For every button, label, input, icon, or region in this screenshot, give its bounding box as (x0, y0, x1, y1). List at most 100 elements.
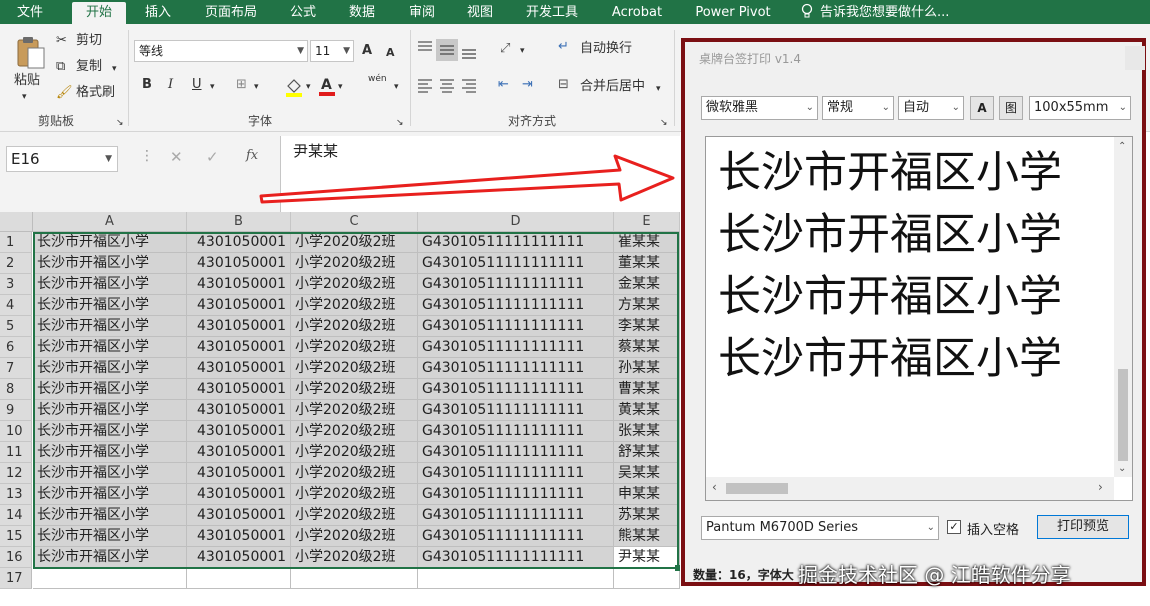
scrollbar-thumb[interactable] (1118, 369, 1128, 461)
table-cell[interactable]: 小学2020级2班 (291, 274, 418, 295)
table-cell[interactable]: 方某某 (614, 295, 680, 316)
table-cell[interactable]: G43010511111111111 (418, 232, 614, 253)
row-header[interactable]: 2 (0, 253, 32, 274)
table-cell[interactable]: 小学2020级2班 (291, 232, 418, 253)
table-cell[interactable]: 小学2020级2班 (291, 379, 418, 400)
row-header[interactable]: 9 (0, 400, 32, 421)
table-cell[interactable]: 长沙市开福区小学 (33, 379, 187, 400)
row-header[interactable]: 7 (0, 358, 32, 379)
font-color-icon[interactable]: A (318, 74, 336, 98)
table-cell[interactable]: 小学2020级2班 (291, 253, 418, 274)
printer-select[interactable]: Pantum M6700D Series ⌄ (701, 516, 939, 540)
table-cell[interactable]: 长沙市开福区小学 (33, 400, 187, 421)
tab-insert[interactable]: 插入 (138, 3, 178, 22)
font-size-combo[interactable]: 11 ▼ (310, 40, 354, 62)
table-cell[interactable]: G43010511111111111 (418, 421, 614, 442)
table-cell[interactable]: G43010511111111111 (418, 274, 614, 295)
table-cell[interactable]: 4301050001 (187, 484, 291, 505)
tell-me-search[interactable]: 告诉我您想要做什么... (820, 3, 960, 22)
horizontal-align-icons[interactable] (416, 74, 480, 98)
preview-area[interactable]: 长沙市开福区小学 长沙市开福区小学 长沙市开福区小学 长沙市开福区小学 ⌃ ⌄ … (705, 136, 1133, 501)
phonetic-button[interactable]: wén (368, 70, 387, 88)
table-cell[interactable]: 4301050001 (187, 274, 291, 295)
border-dropdown-icon[interactable]: ▾ (254, 78, 259, 96)
alignment-launcher-icon[interactable]: ↘ (660, 114, 668, 132)
format-painter-icon[interactable]: 🖌 (56, 84, 73, 102)
paste-dropdown-icon[interactable]: ▾ (22, 88, 27, 106)
merge-center-button[interactable]: 合并后居中 (580, 78, 645, 96)
table-cell[interactable]: 熊某某 (614, 526, 680, 547)
column-header-a[interactable]: A (33, 212, 187, 232)
table-cell[interactable]: G43010511111111111 (418, 526, 614, 547)
table-cell[interactable]: G43010511111111111 (418, 316, 614, 337)
table-cell[interactable]: 4301050001 (187, 547, 291, 568)
table-cell[interactable]: 黄某某 (614, 400, 680, 421)
tab-developer[interactable]: 开发工具 (519, 3, 585, 22)
table-cell[interactable]: 小学2020级2班 (291, 505, 418, 526)
table-cell[interactable]: 小学2020级2班 (291, 484, 418, 505)
decrease-indent-icon[interactable]: ⇤ (498, 76, 509, 94)
table-cell[interactable]: 小学2020级2班 (291, 526, 418, 547)
table-cell[interactable]: 小学2020级2班 (291, 337, 418, 358)
font-style-select[interactable]: 常规 ⌄ (822, 96, 894, 120)
cut-button[interactable]: 剪切 (76, 32, 102, 50)
table-cell[interactable]: G43010511111111111 (418, 253, 614, 274)
table-cell[interactable]: 长沙市开福区小学 (33, 295, 187, 316)
orientation-dropdown-icon[interactable]: ▾ (520, 42, 525, 60)
paste-icon[interactable] (14, 34, 48, 70)
table-cell[interactable]: 小学2020级2班 (291, 295, 418, 316)
table-cell[interactable]: 长沙市开福区小学 (33, 547, 187, 568)
table-cell[interactable]: 长沙市开福区小学 (33, 358, 187, 379)
fill-handle[interactable] (675, 565, 680, 571)
clipboard-launcher-icon[interactable]: ↘ (116, 114, 124, 132)
table-cell[interactable]: 4301050001 (187, 379, 291, 400)
table-cell[interactable]: 长沙市开福区小学 (33, 232, 187, 253)
table-cell[interactable]: 小学2020级2班 (291, 316, 418, 337)
row-header[interactable]: 15 (0, 526, 32, 547)
table-cell[interactable]: 4301050001 (187, 316, 291, 337)
font-name-combo[interactable]: 等线 ▼ (134, 40, 308, 62)
dialog-close-area[interactable] (1125, 46, 1145, 70)
tab-file[interactable]: 文件 (8, 3, 52, 22)
table-cell[interactable]: 小学2020级2班 (291, 421, 418, 442)
table-cell[interactable]: 4301050001 (187, 463, 291, 484)
table-cell[interactable]: 长沙市开福区小学 (33, 421, 187, 442)
row-header[interactable]: 14 (0, 505, 32, 526)
font-name-select[interactable]: 微软雅黑 ⌄ (701, 96, 818, 120)
column-header-b[interactable]: B (187, 212, 291, 232)
table-cell[interactable]: 长沙市开福区小学 (33, 274, 187, 295)
table-cell[interactable]: 长沙市开福区小学 (33, 463, 187, 484)
column-header-d[interactable]: D (418, 212, 614, 232)
table-cell[interactable]: 4301050001 (187, 295, 291, 316)
table-cell[interactable]: G43010511111111111 (418, 547, 614, 568)
grow-font-button[interactable]: A (362, 42, 372, 60)
table-cell[interactable]: 小学2020级2班 (291, 463, 418, 484)
increase-indent-icon[interactable]: ⇥ (522, 76, 533, 94)
font-launcher-icon[interactable]: ↘ (396, 114, 404, 132)
select-all-corner[interactable] (0, 212, 33, 232)
table-cell[interactable]: G43010511111111111 (418, 379, 614, 400)
name-box[interactable]: E16 ▼ (6, 146, 118, 172)
table-cell[interactable]: 金某某 (614, 274, 680, 295)
bold-button[interactable]: B (142, 76, 152, 94)
copy-icon[interactable]: ⧉ (56, 58, 65, 76)
table-cell[interactable]: 崔某某 (614, 232, 680, 253)
table-cell[interactable]: 吴某某 (614, 463, 680, 484)
scrollbar-thumb[interactable] (726, 483, 788, 494)
copy-dropdown-icon[interactable]: ▾ (112, 60, 117, 78)
table-cell[interactable]: 小学2020级2班 (291, 358, 418, 379)
table-cell[interactable]: 李某某 (614, 316, 680, 337)
table-cell[interactable]: G43010511111111111 (418, 337, 614, 358)
table-cell[interactable]: 舒某某 (614, 442, 680, 463)
table-cell[interactable] (291, 568, 418, 589)
tab-data[interactable]: 数据 (342, 3, 382, 22)
table-cell[interactable]: 小学2020级2班 (291, 547, 418, 568)
border-icon[interactable]: ⊞ (236, 76, 247, 94)
table-cell[interactable]: 4301050001 (187, 253, 291, 274)
tab-review[interactable]: 审阅 (402, 3, 442, 22)
row-header[interactable]: 4 (0, 295, 32, 316)
font-button[interactable]: A (970, 96, 994, 120)
table-cell[interactable]: 曹某某 (614, 379, 680, 400)
table-cell[interactable]: 长沙市开福区小学 (33, 442, 187, 463)
cut-icon[interactable]: ✂ (56, 32, 67, 50)
